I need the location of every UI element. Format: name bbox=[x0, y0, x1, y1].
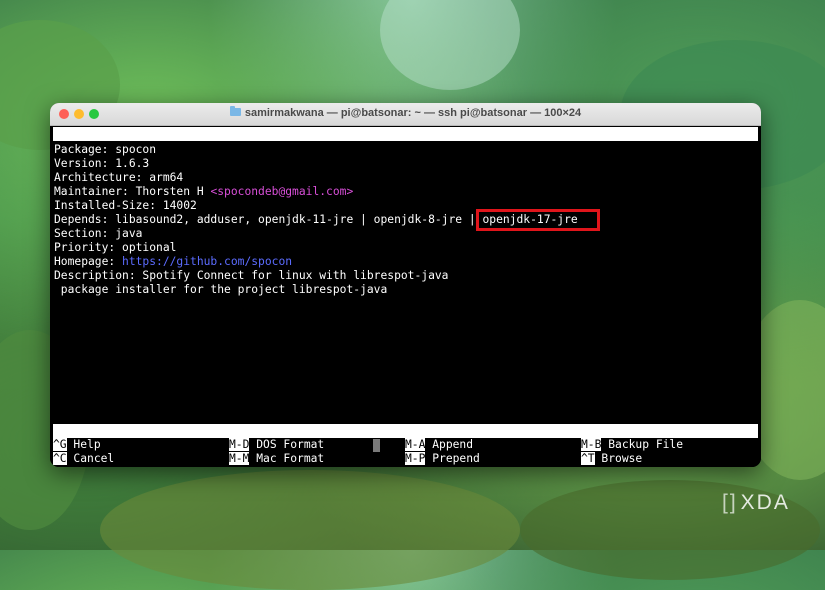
shortcut-key: ^G bbox=[53, 438, 67, 451]
xda-watermark: [] XDA bbox=[722, 491, 790, 515]
shortcut-key: ^T bbox=[581, 452, 595, 465]
shortcut-key: ^C bbox=[53, 452, 67, 465]
shortcut-label: Prepend bbox=[432, 452, 480, 465]
xda-watermark-text: XDA bbox=[740, 491, 790, 514]
homepage-url: https://github.com/spocon bbox=[122, 255, 293, 268]
highlight-annotation-box bbox=[476, 209, 600, 231]
line-package: Package: spocon bbox=[54, 143, 157, 156]
xda-bracket-icon: [] bbox=[722, 491, 738, 514]
shortcut-label: Mac Format bbox=[256, 452, 325, 465]
shortcut-label: Cancel bbox=[73, 452, 115, 465]
background-foliage bbox=[380, 0, 520, 90]
shortcut-dos-format[interactable]: M-D DOS Format bbox=[229, 438, 324, 452]
line-architecture: Architecture: arm64 bbox=[54, 171, 184, 184]
text-cursor bbox=[372, 439, 380, 452]
line-homepage: Homepage: https://github.com/spocon bbox=[54, 255, 578, 269]
shortcut-label: Append bbox=[432, 438, 474, 451]
line-priority: Priority: optional bbox=[54, 241, 177, 254]
nano-header-bar: GNU nano 7.2 ./temp/DEBIAN/control bbox=[53, 127, 758, 168]
maintainer-email: <spocondeb@gmail.com> bbox=[210, 185, 354, 198]
title-bar[interactable]: samirmakwana — pi@batsonar: ~ — ssh pi@b… bbox=[50, 103, 761, 126]
window-title: samirmakwana — pi@batsonar: ~ — ssh pi@b… bbox=[50, 106, 761, 119]
line-description-continued: package installer for the project libres… bbox=[54, 283, 388, 296]
maintainer-name: Maintainer: Thorsten H bbox=[54, 185, 211, 198]
shortcut-browse[interactable]: ^T Browse bbox=[581, 452, 642, 466]
line-maintainer: Maintainer: Thorsten H <spocondeb@gmail.… bbox=[54, 185, 578, 199]
terminal-window[interactable]: samirmakwana — pi@batsonar: ~ — ssh pi@b… bbox=[50, 103, 761, 467]
shortcut-cancel[interactable]: ^C Cancel bbox=[53, 452, 114, 466]
background-foliage bbox=[100, 470, 520, 590]
window-title-text: samirmakwana — pi@batsonar: ~ — ssh pi@b… bbox=[244, 107, 582, 119]
line-version: Version: 1.6.3 bbox=[54, 157, 150, 170]
shortcut-label: Backup File bbox=[608, 438, 684, 451]
terminal-content[interactable]: GNU nano 7.2 ./temp/DEBIAN/control Packa… bbox=[50, 126, 761, 467]
folder-icon bbox=[229, 106, 241, 116]
shortcut-label: DOS Format bbox=[256, 438, 325, 451]
shortcut-backup-file[interactable]: M-B Backup File bbox=[581, 438, 683, 452]
shortcut-mac-format[interactable]: M-M Mac Format bbox=[229, 452, 324, 466]
shortcut-prepend[interactable]: M-P Prepend bbox=[405, 452, 480, 466]
shortcut-key: M-A bbox=[405, 438, 426, 451]
shortcut-label: Help bbox=[73, 438, 101, 451]
homepage-label: Homepage: bbox=[54, 255, 123, 268]
write-filename-prompt[interactable]: File Name to Write: ./temp/DEBIAN/contro… bbox=[53, 424, 758, 452]
shortcut-key: M-B bbox=[581, 438, 602, 451]
shortcut-help[interactable]: ^G Help bbox=[53, 438, 101, 452]
shortcut-key: M-M bbox=[229, 452, 250, 465]
shortcut-label: Browse bbox=[601, 452, 643, 465]
shortcut-key: M-D bbox=[229, 438, 250, 451]
shortcut-append[interactable]: M-A Append bbox=[405, 438, 473, 452]
line-description: Description: Spotify Connect for linux w… bbox=[54, 269, 449, 282]
shortcut-key: M-P bbox=[405, 452, 426, 465]
